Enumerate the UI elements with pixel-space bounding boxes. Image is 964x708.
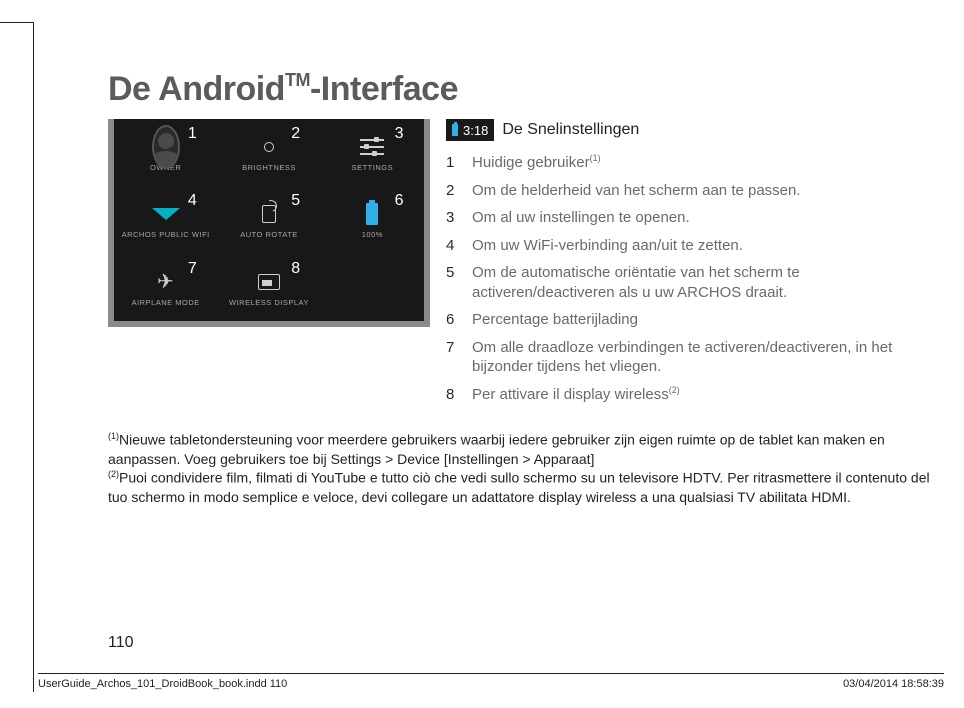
badge-1: 1: [188, 125, 197, 143]
tile-rotate: 5 AUTO ROTATE: [217, 186, 320, 253]
legend-column: 3:18 De Snelinstellingen 1 Huidige gebru…: [446, 119, 930, 404]
tile-battery-label: 100%: [362, 231, 383, 239]
cast-icon: [258, 274, 280, 290]
tiny-battery-icon: [452, 124, 458, 136]
footnote2-text: Puoi condividere film, filmati di YouTub…: [108, 470, 930, 505]
tile-wifi: 4 ARCHOS PUBLIC WIFI: [114, 186, 217, 253]
title-tm: TM: [285, 70, 310, 90]
status-chip: 3:18: [446, 119, 494, 141]
legend-row-6: 6 Percentage batterijlading: [446, 310, 930, 330]
title-suffix: -Interface: [310, 70, 458, 108]
legend-row-7: 7 Om alle draadloze verbindingen te acti…: [446, 338, 930, 377]
legend-text: Huidige gebruiker(1): [472, 153, 601, 173]
page-content: De AndroidTM-Interface 1 OWNER 2 BRIGHTN…: [108, 70, 930, 507]
legend-text: Om uw WiFi-verbinding aan/uit te zetten.: [472, 236, 743, 256]
legend-num: 5: [446, 263, 460, 302]
legend-num: 1: [446, 153, 460, 173]
tile-wifi-label: ARCHOS PUBLIC WIFI: [122, 231, 210, 239]
tile-settings-label: SETTINGS: [352, 164, 394, 172]
legend-num: 8: [446, 385, 460, 405]
legend-row-8: 8 Per attivare il display wireless(2): [446, 385, 930, 405]
settings-icon: [360, 137, 384, 157]
legend-num: 7: [446, 338, 460, 377]
crop-mark-side: [33, 22, 34, 692]
legend-row-5: 5 Om de automatische oriëntatie van het …: [446, 263, 930, 302]
brightness-icon: [256, 134, 282, 160]
legend-num: 2: [446, 181, 460, 201]
footnote1-text: Nieuwe tabletondersteuning voor meerdere…: [108, 432, 885, 467]
tile-settings: 3 SETTINGS: [321, 119, 424, 186]
legend-text: Om alle draadloze verbindingen te active…: [472, 338, 930, 377]
print-footer: UserGuide_Archos_101_DroidBook_book.indd…: [38, 673, 944, 690]
quicksettings-screenshot: 1 OWNER 2 BRIGHTNESS 3: [108, 119, 430, 327]
badge-3: 3: [395, 125, 404, 143]
title-prefix: De Android: [108, 70, 285, 108]
tile-airplane-label: AIRPLANE MODE: [132, 299, 200, 307]
legend-text: Om al uw instellingen te openen.: [472, 208, 690, 228]
rotate-icon: [262, 205, 276, 223]
tile-empty: [321, 254, 424, 321]
legend-row-3: 3 Om al uw instellingen te openen.: [446, 208, 930, 228]
battery-icon: [366, 203, 378, 225]
page-number: 110: [108, 634, 134, 652]
footer-right: 03/04/2014 18:58:39: [843, 678, 944, 690]
status-time: 3:18: [463, 123, 488, 138]
tile-rotate-label: AUTO ROTATE: [240, 231, 298, 239]
tile-brightness: 2 BRIGHTNESS: [217, 119, 320, 186]
badge-6: 6: [395, 192, 404, 210]
footnote2-sup: (2): [108, 469, 119, 479]
tile-brightness-label: BRIGHTNESS: [242, 164, 296, 172]
wifi-icon: [152, 208, 180, 220]
tile-cast-label: WIRELESS DISPLAY: [229, 299, 309, 307]
legend-num: 4: [446, 236, 460, 256]
legend-num: 6: [446, 310, 460, 330]
legend-row-4: 4 Om uw WiFi-verbinding aan/uit te zette…: [446, 236, 930, 256]
airplane-icon: ✈: [157, 272, 174, 292]
footnotes: (1)Nieuwe tabletondersteuning voor meerd…: [108, 430, 936, 507]
badge-2: 2: [291, 125, 300, 143]
tile-cast: 8 WIRELESS DISPLAY: [217, 254, 320, 321]
page-title: De AndroidTM-Interface: [108, 70, 930, 109]
badge-4: 4: [188, 192, 197, 210]
snelinstellingen-label: De Snelinstellingen: [502, 121, 639, 139]
legend-row-1: 1 Huidige gebruiker(1): [446, 153, 930, 173]
legend-row-2: 2 Om de helderheid van het scherm aan te…: [446, 181, 930, 201]
snelinstellingen-header: 3:18 De Snelinstellingen: [446, 119, 930, 141]
legend-text: Percentage batterijlading: [472, 310, 638, 330]
badge-7: 7: [188, 260, 197, 278]
legend-num: 3: [446, 208, 460, 228]
tile-airplane: 7 ✈ AIRPLANE MODE: [114, 254, 217, 321]
legend-text: Om de helderheid van het scherm aan te p…: [472, 181, 801, 201]
legend-text: Per attivare il display wireless(2): [472, 385, 680, 405]
avatar-icon: [152, 125, 180, 169]
badge-5: 5: [291, 192, 300, 210]
footnote1-sup: (1): [108, 431, 119, 441]
legend-list: 1 Huidige gebruiker(1) 2 Om de helderhei…: [446, 153, 930, 404]
crop-mark-top: [0, 22, 33, 23]
footer-left: UserGuide_Archos_101_DroidBook_book.indd…: [38, 678, 287, 690]
tile-battery: 6 100%: [321, 186, 424, 253]
badge-8: 8: [291, 260, 300, 278]
tile-owner: 1 OWNER: [114, 119, 217, 186]
legend-text: Om de automatische oriëntatie van het sc…: [472, 263, 930, 302]
